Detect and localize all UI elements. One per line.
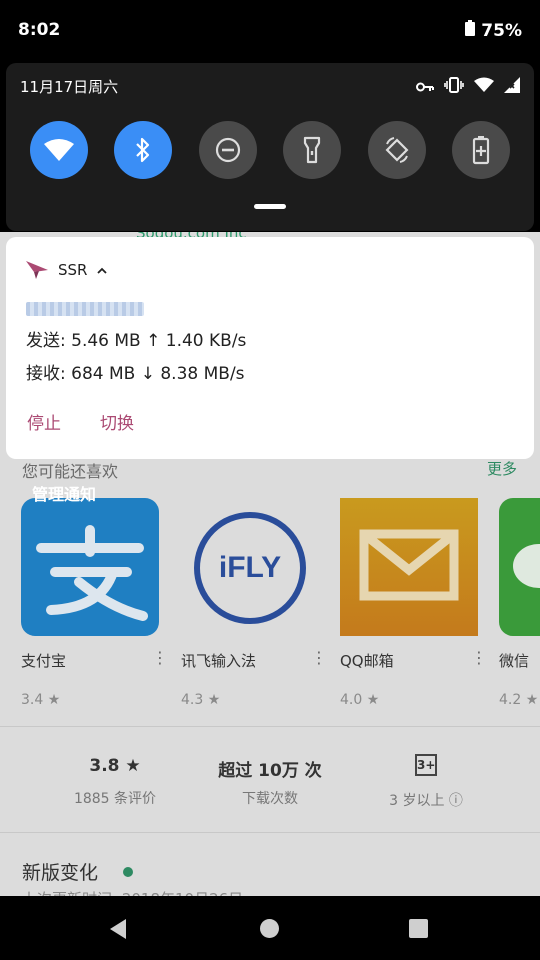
rotate-icon [385,137,409,163]
section-title: 您可能还喜欢 [22,462,119,481]
age-rating-label[interactable]: 3 岁以上 ⓘ [366,790,486,810]
battery-icon [465,20,476,41]
app-card-alipay[interactable] [21,498,159,636]
rating-count: 1885 条评价 [73,791,157,807]
ssr-notification[interactable]: SSR 发送: 5.46 MB ↑ 1.40 KB/s 接收: 684 MB ↓… [6,237,534,459]
paper-plane-icon [26,261,48,279]
whats-new-subtitle: 上次更新时间: 2018年10月26日 [22,888,243,896]
stop-button[interactable]: 停止 [27,409,61,434]
notification-app-name: SSR [58,261,88,279]
bluetooth-icon [136,137,150,163]
divider [0,832,540,833]
wechat-logo-icon [513,544,540,588]
app-rating-3: 4.0 ★ [340,692,380,708]
app-name-2: 讯飞输入法 [181,652,257,670]
app-name-3: QQ邮箱 [340,652,394,670]
back-button[interactable] [108,918,128,944]
qs-tiles [30,121,510,179]
battery-saver-tile[interactable] [451,121,510,179]
battery-saver-icon [472,136,490,165]
flashlight-tile[interactable] [283,121,342,179]
app-card-ifly[interactable]: iFLY [194,512,306,624]
app-rating-4: 4.2 ★ [499,692,539,708]
recents-button[interactable] [409,919,428,938]
divider [0,726,540,727]
blurred-server-name [26,302,144,316]
app-rating-1: 3.4 ★ [21,692,61,708]
new-indicator-dot [123,867,133,877]
downloads-label: 下载次数 [242,791,298,807]
more-options-icon[interactable]: ⋮ [471,648,487,667]
navigation-bar [0,896,540,960]
more-options-icon[interactable]: ⋮ [152,648,168,667]
wifi-tile[interactable] [30,121,88,179]
quick-settings-panel: 11月17日周六 [6,63,534,231]
chevron-up-icon[interactable] [97,267,108,274]
do-not-disturb-icon [215,137,240,163]
ifly-logo-icon: iFLY [218,551,282,584]
wifi-icon [44,139,74,161]
status-bar: 8:02 75% [0,0,540,62]
app-card-qqmail[interactable] [340,498,478,636]
qs-status-icons [416,77,520,97]
app-name-4: 微信 [499,652,530,670]
home-button[interactable] [260,919,279,938]
vpn-key-icon [416,78,434,97]
bluetooth-tile[interactable] [114,121,173,179]
downloads-value: 超过 10万 次 [218,761,322,781]
qs-date[interactable]: 11月17日周六 [20,76,118,97]
cell-signal-icon [504,77,520,97]
dnd-tile[interactable] [198,121,257,179]
whats-new-title: 新版变化 [22,862,99,884]
more-options-icon[interactable]: ⋮ [311,648,327,667]
auto-rotate-tile[interactable] [367,121,426,179]
vibrate-icon [444,77,464,97]
wifi-signal-icon [474,77,494,97]
status-right: 75% [465,20,522,41]
age-rating-badge: 3+ [415,754,437,776]
upload-stat: 发送: 5.46 MB ↑ 1.40 KB/s [26,331,247,351]
flashlight-icon [304,136,321,164]
battery-percent: 75% [481,20,522,41]
app-name-1: 支付宝 [21,652,67,670]
more-link[interactable]: 更多 [487,458,517,479]
rating-value: 3.8 ★ [89,756,141,776]
switch-button[interactable]: 切换 [100,409,134,434]
app-rating-2: 4.3 ★ [181,692,221,708]
notification-header[interactable]: SSR [26,261,108,279]
drag-handle[interactable] [254,204,286,209]
alipay-logo-icon [36,525,148,621]
status-time: 8:02 [18,20,61,40]
download-stat: 接收: 684 MB ↓ 8.38 MB/s [26,364,245,384]
mail-icon [359,529,459,601]
app-card-wechat[interactable] [499,498,540,636]
back-icon [110,919,126,939]
manage-notifications-link[interactable]: 管理通知 [32,481,96,505]
